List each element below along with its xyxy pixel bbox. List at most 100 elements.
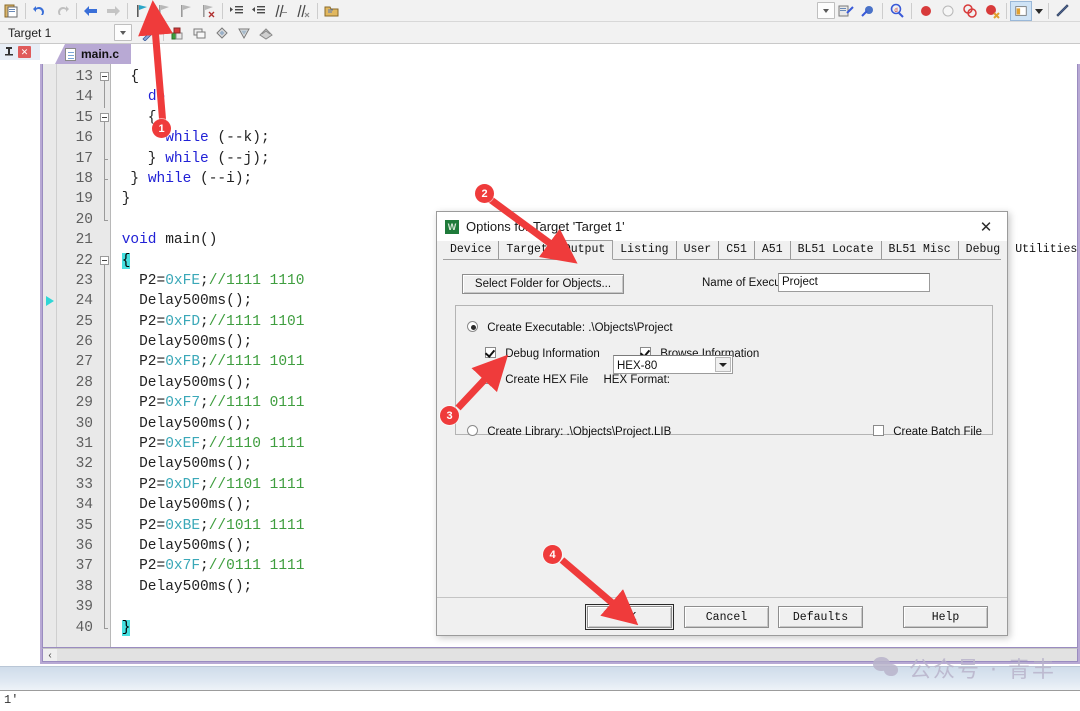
target-selector[interactable]: Target 1: [0, 26, 96, 40]
line-number: 17: [75, 150, 93, 167]
redo-icon[interactable]: [51, 1, 73, 21]
line-number: 30: [75, 415, 93, 432]
execution-pointer-icon: [46, 296, 54, 307]
breakpoint-clear-icon[interactable]: [981, 1, 1003, 21]
comment-icon[interactable]: [270, 1, 292, 21]
scroll-left-icon[interactable]: ‹: [43, 649, 57, 661]
create-library-option[interactable]: Create Library: .\Objects\Project.LIB: [467, 425, 671, 438]
rebuild-icon[interactable]: [857, 1, 879, 21]
fold-column[interactable]: [97, 64, 111, 647]
code-line[interactable]: }: [113, 189, 1073, 209]
dialog-tab-bl51-misc[interactable]: BL51 Misc: [882, 241, 959, 259]
ok-button[interactable]: OK: [585, 604, 674, 630]
dialog-tab-a51[interactable]: A51: [755, 241, 791, 259]
help-button[interactable]: Help: [903, 606, 988, 628]
fold-line: [104, 271, 105, 292]
pin-icon[interactable]: [3, 46, 15, 58]
code-line[interactable]: do: [113, 87, 1073, 107]
remove-item-icon[interactable]: [233, 23, 255, 43]
close-icon[interactable]: ✕: [18, 46, 31, 58]
dialog-tab-output[interactable]: Output: [555, 240, 614, 260]
cancel-button[interactable]: Cancel: [684, 606, 769, 628]
create-library-radio[interactable]: [467, 425, 478, 436]
line-number: 32: [75, 456, 93, 473]
dialog-tab-device[interactable]: Device: [443, 241, 500, 259]
fold-collapse-icon[interactable]: [100, 255, 109, 265]
toolbar-separator: [222, 2, 223, 19]
code-line[interactable]: } while (--i);: [113, 169, 1073, 189]
line-number: 13: [75, 69, 93, 85]
back-icon[interactable]: [80, 1, 102, 21]
line-number: 33: [75, 476, 93, 493]
create-executable-option[interactable]: Create Executable: .\Objects\Project: [467, 321, 673, 334]
find-in-files-icon[interactable]: d: [886, 1, 908, 21]
editor-gutter[interactable]: [43, 64, 57, 647]
line-number: 26: [75, 334, 93, 351]
dialog-tab-utilities[interactable]: Utilities: [1008, 241, 1080, 259]
target-dropdown-icon[interactable]: [114, 24, 132, 41]
dialog-tabs[interactable]: Device Target Output Listing User C51 A51 BL51 …: [443, 240, 1077, 260]
copy-target-icon[interactable]: [189, 23, 211, 43]
debug-information-option[interactable]: Debug Information: [485, 347, 600, 360]
defaults-button[interactable]: Defaults: [778, 606, 863, 628]
create-batch-checkbox[interactable]: [873, 425, 884, 436]
select-folder-button[interactable]: Select Folder for Objects...: [462, 274, 624, 294]
open-folder-icon[interactable]: [321, 1, 343, 21]
fold-line: [104, 617, 105, 628]
tab-main-c[interactable]: main.c: [55, 44, 132, 64]
manage-targets-icon[interactable]: [167, 23, 189, 43]
window-layout-icon[interactable]: [1010, 0, 1032, 21]
layout-dropdown-icon[interactable]: [1032, 1, 1045, 21]
breakpoint-disable-icon[interactable]: [937, 1, 959, 21]
fold-collapse-icon[interactable]: [100, 112, 109, 122]
fold-line: [104, 352, 105, 373]
create-hex-checkbox[interactable]: [485, 373, 496, 384]
code-line[interactable]: {: [113, 108, 1073, 128]
toolbar-dropdown-icon[interactable]: [817, 2, 835, 19]
dialog-titlebar: Options for Target 'Target 1' ✕: [437, 212, 1007, 241]
watermark-text: 公众号 · 青丰: [909, 658, 1056, 683]
dialog-tab-debug[interactable]: Debug: [959, 241, 1009, 259]
forward-icon[interactable]: [102, 1, 124, 21]
bookmark-clear-icon[interactable]: [197, 1, 219, 21]
create-executable-radio[interactable]: [467, 321, 478, 332]
bookmark-prev-icon[interactable]: [153, 1, 175, 21]
status-bar: 1': [0, 690, 1080, 711]
dialog-tab-listing[interactable]: Listing: [613, 241, 677, 259]
fold-collapse-icon[interactable]: [100, 72, 109, 81]
code-line[interactable]: while (--k);: [113, 128, 1073, 148]
undo-icon[interactable]: [29, 1, 51, 21]
dialog-tab-c51[interactable]: C51: [719, 241, 755, 259]
chevron-down-icon[interactable]: [715, 357, 731, 372]
uncomment-icon[interactable]: [292, 1, 314, 21]
outdent-icon[interactable]: [248, 1, 270, 21]
breakpoint-icon[interactable]: [915, 1, 937, 21]
paste-icon[interactable]: [0, 1, 22, 21]
indent-icon[interactable]: [226, 1, 248, 21]
breakpoint-kill-icon[interactable]: [959, 1, 981, 21]
name-of-executable-input[interactable]: Project: [778, 273, 930, 292]
bookmark-next-icon[interactable]: [175, 1, 197, 21]
hex-format-select[interactable]: HEX-80: [613, 355, 733, 374]
toolbar-separator: [882, 2, 883, 19]
new-item-icon[interactable]: [211, 23, 233, 43]
dialog-close-button[interactable]: ✕: [969, 213, 1003, 240]
code-line[interactable]: {: [113, 67, 1073, 87]
code-line[interactable]: } while (--j);: [113, 149, 1073, 169]
batch-build-icon[interactable]: [255, 23, 277, 43]
magic-wand-icon[interactable]: [138, 23, 160, 43]
bookmark-toggle-icon[interactable]: [131, 1, 153, 21]
create-hex-option[interactable]: Create HEX File HEX Format:: [485, 373, 670, 386]
configure-icon[interactable]: [1052, 1, 1074, 21]
fold-line: [104, 332, 105, 353]
create-batch-option[interactable]: Create Batch File: [873, 425, 982, 438]
debug-information-checkbox[interactable]: [485, 347, 496, 358]
marker-1: 1: [152, 119, 171, 138]
dialog-tab-target[interactable]: Target: [499, 241, 556, 259]
toolbar-separator: [317, 2, 318, 19]
dialog-tab-bl51-locate[interactable]: BL51 Locate: [791, 241, 882, 259]
line-number: 23: [75, 272, 93, 289]
dialog-tab-user[interactable]: User: [677, 241, 720, 259]
options-dialog[interactable]: Options for Target 'Target 1' ✕ DeviceTa…: [436, 211, 1077, 636]
build-icon[interactable]: [835, 1, 857, 21]
